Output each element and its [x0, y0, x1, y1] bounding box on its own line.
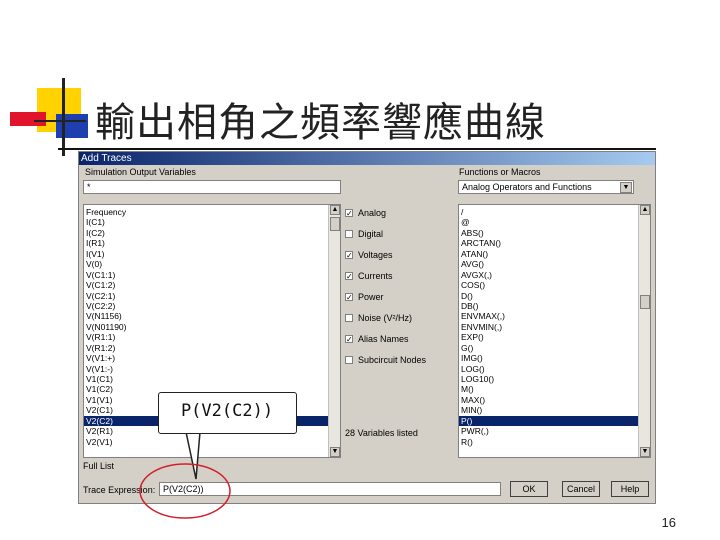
highlight-circle: [139, 463, 231, 519]
annotation-overlay: [139, 431, 231, 519]
callout-box: P(V2(C2)): [158, 392, 297, 434]
callout-text: P(V2(C2)): [180, 401, 274, 421]
callout-pointer: [185, 431, 201, 480]
page-number: 16: [661, 515, 676, 530]
